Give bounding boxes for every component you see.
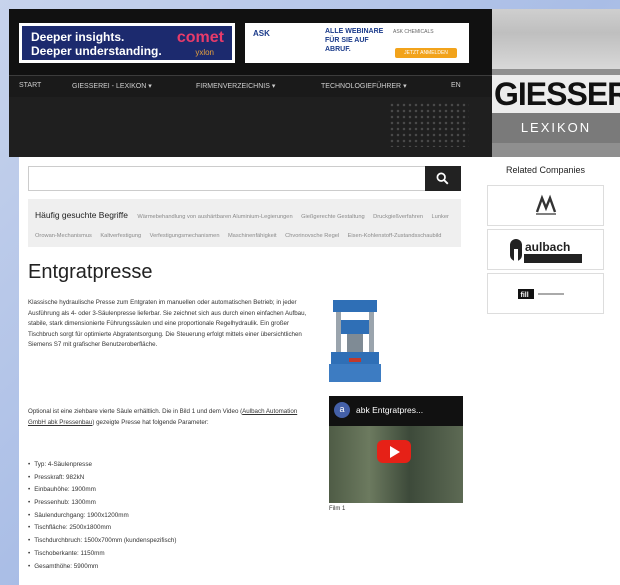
channel-avatar[interactable]: a — [334, 402, 350, 418]
page-title: Entgratpresse — [28, 261, 153, 283]
svg-text:fill: fill — [521, 292, 529, 299]
search-input[interactable] — [28, 166, 461, 191]
giesserei-lexikon-logo[interactable]: GIESSEREI LEXIKON — [492, 9, 620, 157]
article-paragraph-2: Optional ist eine ziehbare vierte Säule … — [28, 407, 313, 428]
nav-giesserei-lexikon[interactable]: GIESSEREI - LEXIKON ▾ — [72, 82, 152, 90]
press-machine-image[interactable] — [327, 298, 383, 385]
nav-firmenverzeichnis[interactable]: FIRMENVERZEICHNIS ▾ — [196, 82, 275, 90]
list-item: Gesamthöhe: 5900mm — [28, 561, 176, 574]
chevron-down-icon: ▾ — [271, 83, 276, 90]
list-item: Presskraft: 982kN — [28, 472, 176, 485]
chevron-down-icon: ▾ — [403, 83, 407, 90]
specs-list: Typ: 4-Säulenpresse Presskraft: 982kN Ei… — [28, 459, 176, 573]
ad-line-1: Deeper insights. — [31, 30, 125, 44]
comet-logo: comet — [176, 29, 224, 46]
term-link[interactable]: Wärmebehandlung von aushärtbaren Alumini… — [137, 214, 292, 220]
term-link[interactable]: Chvorinovsche Regel — [285, 233, 339, 239]
list-item: Pressenhub: 1300mm — [28, 497, 176, 510]
term-link[interactable]: Maschinenfähigkeit — [228, 233, 277, 239]
main-navigation: START GIESSEREI - LEXIKON ▾ FIRMENVERZEI… — [9, 75, 492, 97]
play-icon[interactable] — [377, 440, 411, 463]
frequent-terms-box: Häufig gesuchte Begriffe Wärmebehandlung… — [28, 199, 461, 247]
related-companies-sidebar: Related Companies aulbach fill — [487, 165, 604, 317]
search-icon — [436, 172, 449, 185]
list-item: Typ: 4-Säulenpresse — [28, 459, 176, 472]
company-logo — [535, 194, 557, 215]
list-item: Einbauhöhe: 1900mm — [28, 484, 176, 497]
nav-label: GIESSEREI - LEXIKON — [72, 83, 147, 90]
list-item: Tischdurchbruch: 1500x700mm (kundenspezi… — [28, 535, 176, 548]
logo-subtitle: LEXIKON — [492, 113, 620, 143]
logo-metal-texture — [492, 9, 620, 69]
nav-label: FIRMENVERZEICHNIS — [196, 83, 270, 90]
chevron-down-icon: ▾ — [148, 83, 152, 90]
video-thumbnail — [329, 426, 463, 503]
company-logo: fill — [518, 289, 564, 299]
term-link[interactable]: Gießgerechte Gestaltung — [301, 214, 365, 220]
svg-text:aulbach: aulbach — [525, 240, 570, 254]
ask-ad-banner[interactable]: ASK ALLE WEBINARE FÜR SIE AUF ABRUF. ASK… — [245, 23, 469, 63]
ask-logo: ASK — [253, 29, 270, 38]
search-button[interactable] — [425, 166, 461, 191]
yxlon-logo: yxlon — [195, 48, 214, 57]
main-content: Häufig gesuchte Begriffe Wärmebehandlung… — [19, 157, 620, 585]
term-link[interactable]: Orowan-Mechanismus — [35, 233, 92, 239]
article-paragraph-1: Klassische hydraulische Presse zum Entgr… — [28, 299, 307, 349]
company-logo: aulbach — [510, 239, 582, 263]
nav-label: TECHNOLOGIEFÜHRER — [321, 83, 402, 90]
sidebar-title: Related Companies — [505, 165, 586, 175]
nav-start[interactable]: START — [19, 82, 41, 89]
list-item: Tischfläche: 2500x1800mm — [28, 522, 176, 535]
term-link[interactable]: Verfestigungsmechanismen — [150, 233, 220, 239]
nav-technologiefuehrer[interactable]: TECHNOLOGIEFÜHRER ▾ — [321, 82, 407, 90]
comet-ad-banner[interactable]: Deeper insights. Deeper understanding. c… — [19, 23, 235, 63]
header: Deeper insights. Deeper understanding. c… — [9, 9, 492, 75]
decorative-dots — [389, 102, 469, 147]
company-card[interactable]: fill — [487, 273, 604, 314]
frequent-terms-title: Häufig gesuchte Begriffe — [35, 210, 128, 220]
term-link[interactable]: Kaltverfestigung — [100, 233, 141, 239]
ad-webinar-text: ALLE WEBINARE FÜR SIE AUF ABRUF. — [325, 28, 384, 53]
list-item: Säulendurchgang: 1900x1200mm — [28, 510, 176, 523]
video-title[interactable]: abk Entgratpres... — [356, 405, 423, 415]
list-item: Tischoberkante: 1150mm — [28, 548, 176, 561]
term-link[interactable]: Lunker — [432, 214, 449, 220]
video-player[interactable]: a abk Entgratpres... — [329, 396, 463, 503]
ad-line-2: Deeper understanding. — [31, 44, 162, 58]
ask-chemicals-logo: ASK CHEMICALS — [393, 29, 434, 35]
term-link[interactable]: Druckgießverfahren — [373, 214, 423, 220]
ad-cta-button[interactable]: JETZT ANMELDEN — [395, 48, 457, 58]
paragraph-text: ) gezeigte Presse hat folgende Parameter… — [92, 418, 209, 426]
nav-language-en[interactable]: EN — [451, 82, 461, 89]
company-card[interactable] — [487, 185, 604, 226]
video-caption: Film 1 — [329, 506, 346, 512]
term-link[interactable]: Eisen-Kohlenstoff-Zustandsschaubild — [348, 233, 442, 239]
paragraph-text: Optional ist eine ziehbare vierte Säule … — [28, 408, 243, 415]
company-card[interactable]: aulbach — [487, 229, 604, 270]
logo-title: GIESSEREI — [492, 75, 620, 113]
